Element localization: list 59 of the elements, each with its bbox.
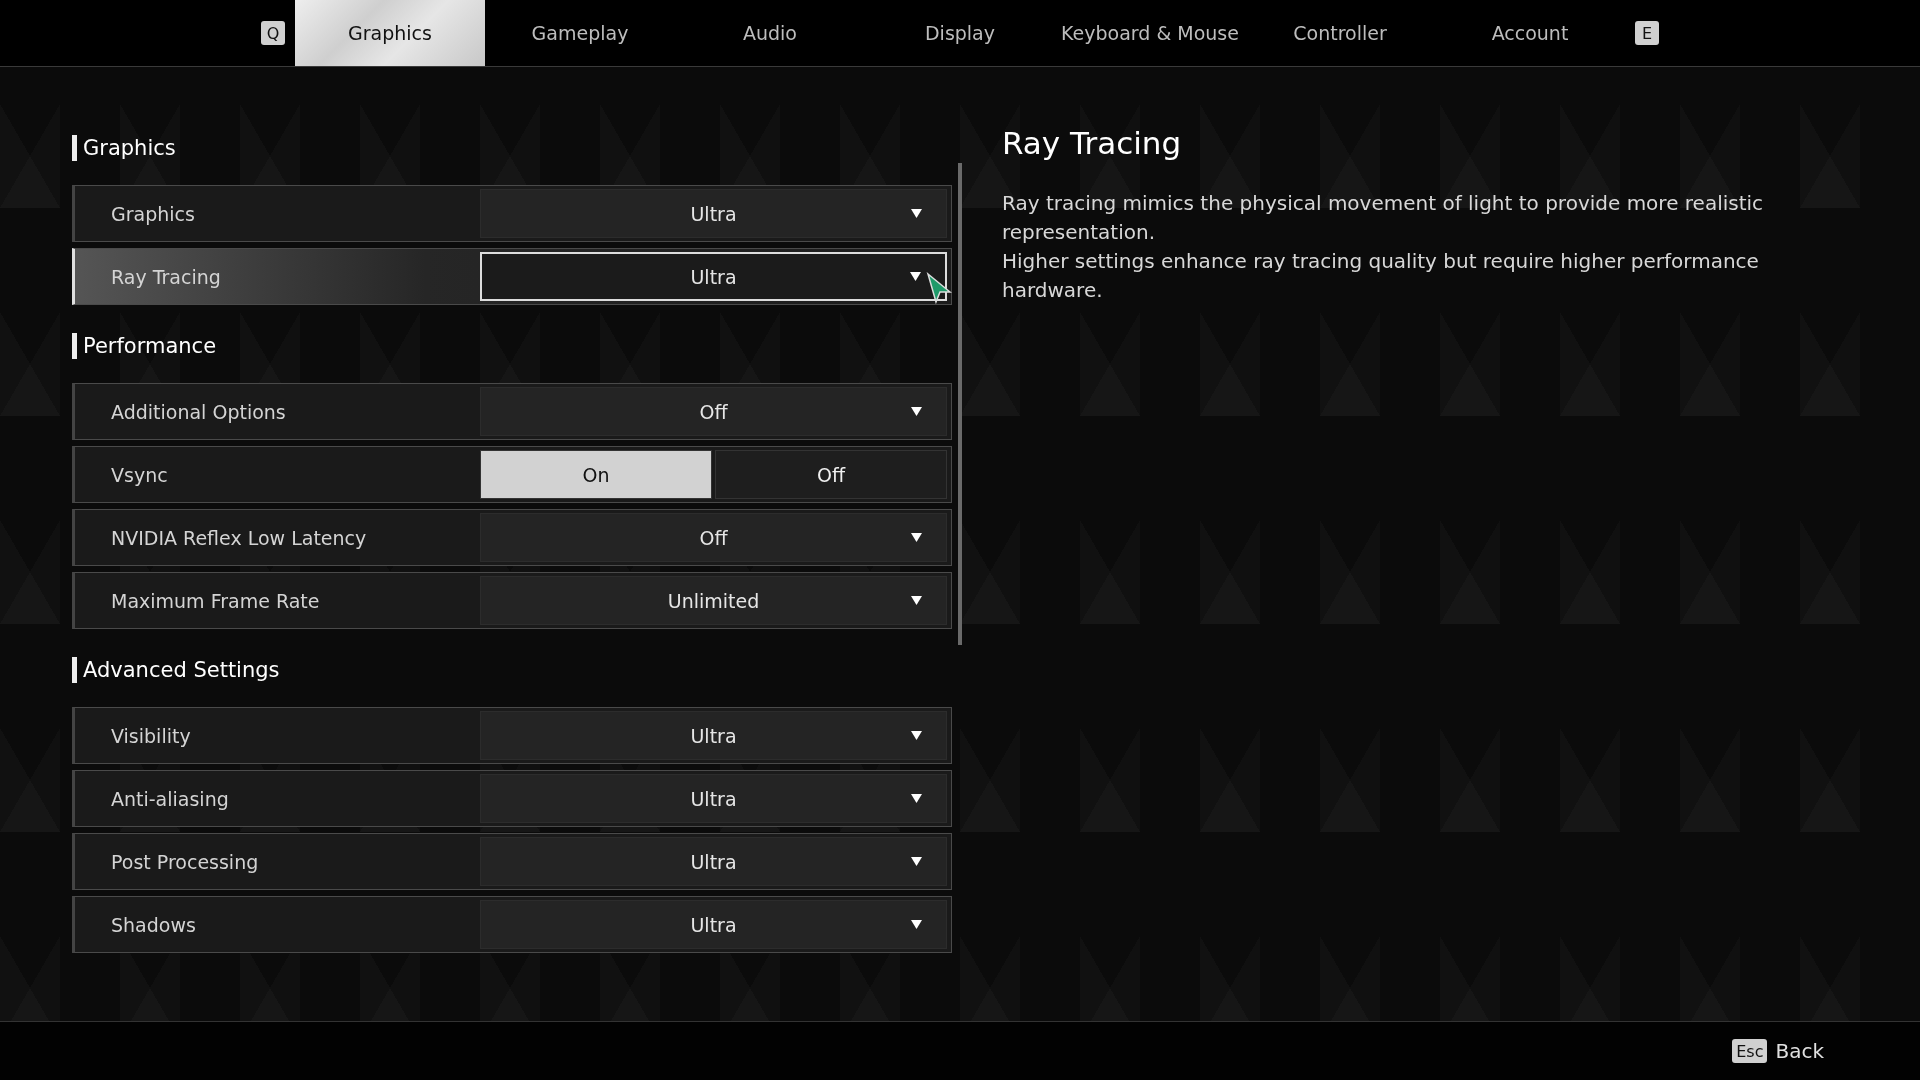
caret-icon <box>911 406 922 416</box>
cursor-icon <box>926 272 952 304</box>
setting-label: Anti-aliasing <box>110 787 230 810</box>
setting-dropdown[interactable]: Off <box>480 513 947 562</box>
setting-row[interactable]: Graphics Ultra <box>72 185 952 242</box>
setting-dropdown[interactable]: Ultra <box>480 252 947 301</box>
back-label[interactable]: Back <box>1775 1039 1824 1063</box>
setting-row[interactable]: Post Processing Ultra <box>72 833 952 890</box>
prev-tab-key[interactable]: Q <box>261 21 285 45</box>
setting-label: Visibility <box>110 724 192 747</box>
caret-icon <box>911 856 922 866</box>
detail-text: Higher settings enhance ray tracing quality but require higher performance hardware. <box>1002 248 1760 304</box>
setting-dropdown[interactable]: Ultra <box>480 837 947 886</box>
settings-tab[interactable]: Gameplay <box>485 0 675 66</box>
settings-tab[interactable]: Keyboard & Mouse <box>1055 0 1245 66</box>
setting-label: Additional Options <box>110 400 287 423</box>
setting-dropdown[interactable]: Ultra <box>480 900 947 949</box>
setting-label: Shadows <box>110 913 197 936</box>
setting-label: Post Processing <box>110 850 260 873</box>
detail-text: Ray tracing mimics the physical movement of light to provide more realistic representation. <box>1002 190 1765 246</box>
setting-label: Graphics <box>110 202 196 225</box>
setting-row[interactable]: NVIDIA Reflex Low Latency Off <box>72 509 952 566</box>
setting-dropdown[interactable]: Ultra <box>480 711 947 760</box>
setting-dropdown[interactable]: Ultra <box>480 189 947 238</box>
setting-dropdown[interactable]: Off <box>480 387 947 436</box>
toggle-option[interactable]: On <box>480 450 712 499</box>
caret-icon <box>911 532 922 542</box>
toggle-option[interactable]: Off <box>715 450 947 499</box>
setting-row[interactable]: Vsync On Off <box>72 446 952 503</box>
setting-dropdown[interactable]: Unlimited <box>480 576 947 625</box>
settings-tab[interactable]: Display <box>865 0 1055 66</box>
setting-label: NVIDIA Reflex Low Latency <box>110 526 368 549</box>
setting-label: Ray Tracing <box>110 265 222 288</box>
section-heading: Graphics <box>72 135 952 161</box>
section-heading: Advanced Settings <box>72 657 952 683</box>
setting-label: Maximum Frame Rate <box>110 589 321 612</box>
settings-tab[interactable]: Controller <box>1245 0 1435 66</box>
setting-label: Vsync <box>110 463 169 486</box>
setting-row[interactable]: Ray Tracing Ultra <box>72 248 952 305</box>
setting-row[interactable]: Additional Options Off <box>72 383 952 440</box>
setting-row[interactable]: Shadows Ultra <box>72 896 952 953</box>
caret-icon <box>910 271 921 281</box>
settings-tab[interactable]: Graphics <box>295 0 485 66</box>
caret-icon <box>911 208 922 218</box>
esc-key[interactable]: Esc <box>1732 1039 1768 1063</box>
caret-icon <box>911 730 922 740</box>
caret-icon <box>911 793 922 803</box>
settings-tab[interactable]: Audio <box>675 0 865 66</box>
setting-row[interactable]: Maximum Frame Rate Unlimited <box>72 572 952 629</box>
scrollbar[interactable] <box>958 163 962 645</box>
caret-icon <box>911 919 922 929</box>
detail-title: Ray Tracing <box>1002 125 1183 161</box>
setting-row[interactable]: Anti-aliasing Ultra <box>72 770 952 827</box>
next-tab-key[interactable]: E <box>1635 21 1659 45</box>
setting-dropdown[interactable]: Ultra <box>480 774 947 823</box>
section-heading: Performance <box>72 333 952 359</box>
settings-tab[interactable]: Account <box>1435 0 1625 66</box>
setting-row[interactable]: Visibility Ultra <box>72 707 952 764</box>
caret-icon <box>911 595 922 605</box>
